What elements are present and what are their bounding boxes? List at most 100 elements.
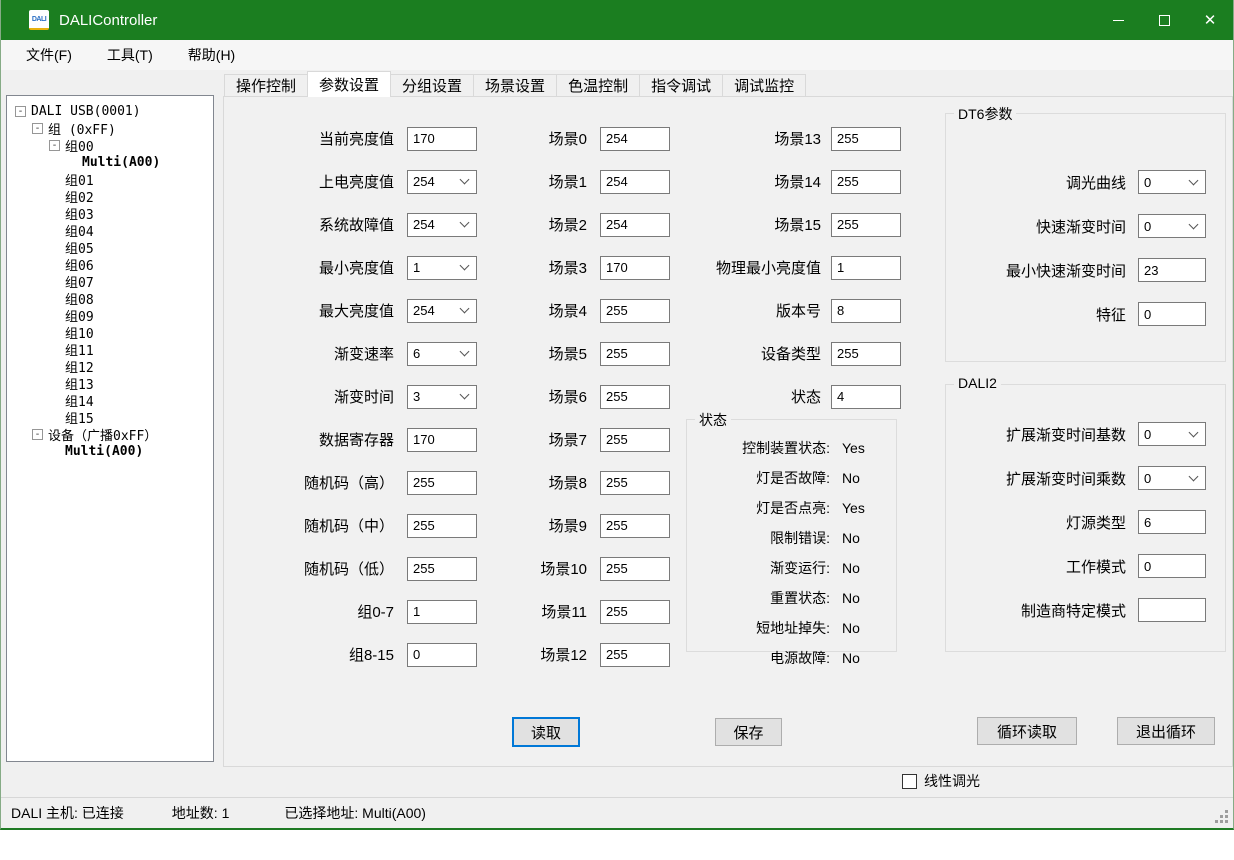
tree-item[interactable]: 组11 xyxy=(7,341,213,358)
combo-fade-rate[interactable]: 6 xyxy=(407,342,477,366)
close-button[interactable]: ✕ xyxy=(1187,0,1233,40)
combo-min-level[interactable]: 1 xyxy=(407,256,477,280)
input-value-scene-14: 255 xyxy=(837,174,859,189)
label-scene-2: 场景2 xyxy=(509,214,587,235)
input-features[interactable]: 0 xyxy=(1138,302,1206,326)
combo-ext-fade-multiplier[interactable]: 0 xyxy=(1138,466,1206,490)
resize-grip[interactable] xyxy=(1215,810,1229,824)
input-manufacturer-mode[interactable] xyxy=(1138,598,1206,622)
menu-item-help[interactable]: 帮助(H) xyxy=(176,41,247,69)
input-value-status: 4 xyxy=(837,389,844,404)
tree-item[interactable]: 组10 xyxy=(7,324,213,341)
tab-scene-settings[interactable]: 场景设置 xyxy=(474,74,557,97)
tree-item[interactable]: Multi(A00) xyxy=(7,154,213,171)
input-device-type[interactable]: 255 xyxy=(831,342,901,366)
tree-item[interactable]: -组 (0xFF) xyxy=(7,120,213,137)
input-scene-3[interactable]: 170 xyxy=(600,256,670,280)
minimize-button[interactable] xyxy=(1095,0,1141,40)
tree-item[interactable]: 组02 xyxy=(7,188,213,205)
input-phys-min-level[interactable]: 1 xyxy=(831,256,901,280)
menu-item-tools[interactable]: 工具(T) xyxy=(95,41,165,69)
input-scene-5[interactable]: 255 xyxy=(600,342,670,366)
input-scene-10[interactable]: 255 xyxy=(600,557,670,581)
combo-ext-fade-base[interactable]: 0 xyxy=(1138,422,1206,446)
input-scene-8[interactable]: 255 xyxy=(600,471,670,495)
tab-debug-monitor[interactable]: 调试监控 xyxy=(723,74,806,97)
input-version[interactable]: 8 xyxy=(831,299,901,323)
linear-dimming-checkbox[interactable] xyxy=(902,774,917,789)
combo-dimming-curve[interactable]: 0 xyxy=(1138,170,1206,194)
tree-item[interactable]: 组09 xyxy=(7,307,213,324)
menu-item-file[interactable]: 文件(F) xyxy=(14,41,84,69)
scene-column-left: 场景0254场景1254场景2254场景3170场景4255场景5255场景62… xyxy=(509,117,670,676)
exit-loop-button[interactable]: 退出循环 xyxy=(1117,717,1215,745)
input-scene-11[interactable]: 255 xyxy=(600,600,670,624)
input-scene-2[interactable]: 254 xyxy=(600,213,670,237)
combo-max-level[interactable]: 254 xyxy=(407,299,477,323)
input-random-high[interactable]: 255 xyxy=(407,471,477,495)
tree-item[interactable]: 组06 xyxy=(7,256,213,273)
tree-collapse-icon[interactable]: - xyxy=(32,429,43,440)
device-tree[interactable]: -DALI USB(0001)-组 (0xFF)-组00Multi(A00)组0… xyxy=(6,95,214,762)
input-operating-mode[interactable]: 0 xyxy=(1138,554,1206,578)
input-random-low[interactable]: 255 xyxy=(407,557,477,581)
input-value-scene-8: 255 xyxy=(606,475,628,490)
tree-item[interactable]: 组03 xyxy=(7,205,213,222)
input-scene-4[interactable]: 255 xyxy=(600,299,670,323)
input-scene-1[interactable]: 254 xyxy=(600,170,670,194)
input-scene-7[interactable]: 255 xyxy=(600,428,670,452)
input-light-source-type[interactable]: 6 xyxy=(1138,510,1206,534)
input-random-mid[interactable]: 255 xyxy=(407,514,477,538)
tree-collapse-icon[interactable]: - xyxy=(49,140,60,151)
tree-item[interactable]: 组07 xyxy=(7,273,213,290)
save-button[interactable]: 保存 xyxy=(715,718,782,746)
input-data-register[interactable]: 170 xyxy=(407,428,477,452)
input-scene-13[interactable]: 255 xyxy=(831,127,901,151)
combo-value-fade-time: 3 xyxy=(413,389,420,404)
tree-item[interactable]: 组08 xyxy=(7,290,213,307)
input-scene-12[interactable]: 255 xyxy=(600,643,670,667)
maximize-button[interactable] xyxy=(1141,0,1187,40)
tree-collapse-icon[interactable]: - xyxy=(15,106,26,117)
tree-item[interactable]: -DALI USB(0001) xyxy=(7,103,213,120)
input-scene-6[interactable]: 255 xyxy=(600,385,670,409)
read-button[interactable]: 读取 xyxy=(512,717,580,747)
label-fast-fade-time: 快速渐变时间 xyxy=(954,216,1126,237)
combo-fast-fade-time[interactable]: 0 xyxy=(1138,214,1206,238)
tree-item[interactable]: 组01 xyxy=(7,171,213,188)
tree-item[interactable]: 组15 xyxy=(7,409,213,426)
input-scene-15[interactable]: 255 xyxy=(831,213,901,237)
tree-collapse-icon[interactable]: - xyxy=(32,123,43,134)
tree-item[interactable]: -组00 xyxy=(7,137,213,154)
input-status[interactable]: 4 xyxy=(831,385,901,409)
input-scene-0[interactable]: 254 xyxy=(600,127,670,151)
label-min-level: 最小亮度值 xyxy=(234,257,394,278)
tab-command-debug[interactable]: 指令调试 xyxy=(640,74,723,97)
tree-item[interactable]: 组05 xyxy=(7,239,213,256)
input-scene-9[interactable]: 255 xyxy=(600,514,670,538)
combo-power-on-level[interactable]: 254 xyxy=(407,170,477,194)
input-scene-14[interactable]: 255 xyxy=(831,170,901,194)
tree-item[interactable]: -设备（广播0xFF） xyxy=(7,426,213,443)
input-group-8-15[interactable]: 0 xyxy=(407,643,477,667)
status-value-lamp-on: Yes xyxy=(842,500,884,516)
chevron-down-icon xyxy=(460,347,470,357)
input-group-0-7[interactable]: 1 xyxy=(407,600,477,624)
loop-read-button[interactable]: 循环读取 xyxy=(977,717,1077,745)
tree-item[interactable]: 组13 xyxy=(7,375,213,392)
combo-fade-time[interactable]: 3 xyxy=(407,385,477,409)
tree-item[interactable]: 组04 xyxy=(7,222,213,239)
tab-grouping-settings[interactable]: 分组设置 xyxy=(391,74,474,97)
field-row-scene-12: 场景12 255 xyxy=(509,633,670,676)
tab-operation-control[interactable]: 操作控制 xyxy=(224,74,308,97)
input-current-level[interactable]: 170 xyxy=(407,127,477,151)
field-row-data-register: 数据寄存器170 xyxy=(234,418,477,461)
tree-item[interactable]: 组14 xyxy=(7,392,213,409)
tree-item[interactable]: 组12 xyxy=(7,358,213,375)
combo-system-failure-level[interactable]: 254 xyxy=(407,213,477,237)
label-scene-12: 场景12 xyxy=(509,644,587,665)
tab-parameter-settings[interactable]: 参数设置 xyxy=(307,71,391,97)
tab-color-temp-control[interactable]: 色温控制 xyxy=(557,74,640,97)
tree-item[interactable]: Multi(A00) xyxy=(7,443,213,460)
input-min-fast-fade-time[interactable]: 23 xyxy=(1138,258,1206,282)
